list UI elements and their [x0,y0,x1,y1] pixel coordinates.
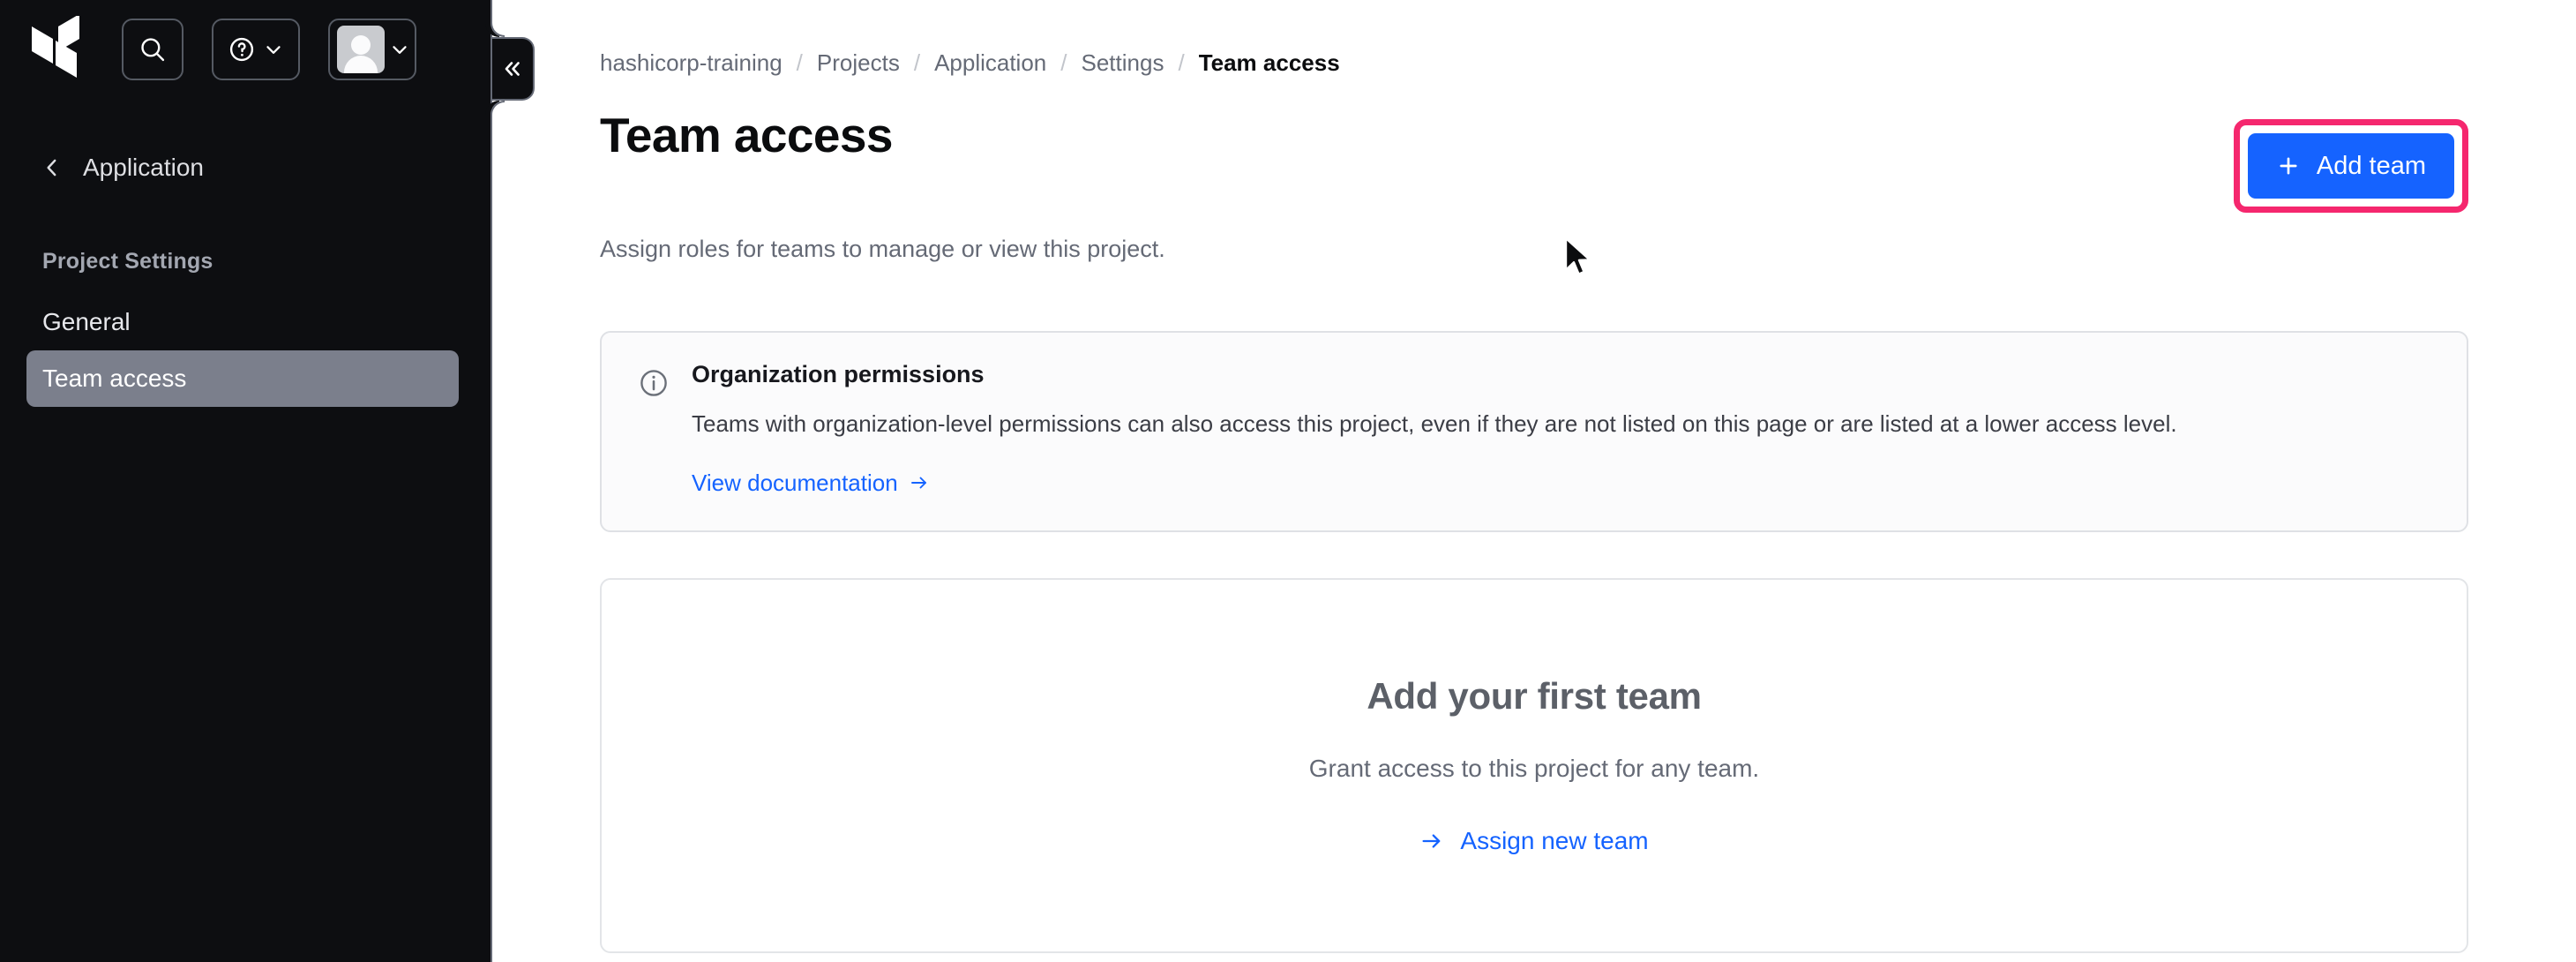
breadcrumb-item-settings[interactable]: Settings [1082,49,1164,77]
collapse-sidebar-button[interactable] [490,23,535,115]
plus-icon [2280,157,2297,175]
add-team-button[interactable]: Add team [2247,133,2454,199]
double-chevron-left-icon [505,62,520,76]
app-root: Application Project Settings General Tea… [0,0,2576,962]
sidebar-section-label: Project Settings [42,249,213,274]
breadcrumb-separator: / [913,49,921,76]
info-card-content: Organization permissions Teams with orga… [692,361,2177,497]
view-documentation-link[interactable]: View documentation [692,470,930,497]
arrow-right-icon [1422,834,1441,848]
sidebar-item-label: Team access [42,365,187,392]
breadcrumb-separator: / [796,49,803,76]
info-card-body: Teams with organization-level permission… [692,410,2177,437]
back-to-application-link[interactable]: Application [0,141,490,194]
page-title: Team access [600,108,893,162]
breadcrumb-item-org[interactable]: hashicorp-training [600,49,783,77]
search-button[interactable] [122,19,183,80]
breadcrumb-separator: / [1060,49,1067,76]
organization-permissions-card: Organization permissions Teams with orga… [600,331,2468,532]
main-content: hashicorp-training / Projects / Applicat… [492,0,2576,962]
empty-state-subtitle: Grant access to this project for any tea… [1308,755,1760,783]
view-documentation-label: View documentation [692,469,898,496]
sidebar-header [0,0,490,99]
empty-state-title: Add your first team [1367,675,1702,718]
breadcrumb-separator: / [1178,49,1185,76]
sidebar: Application Project Settings General Tea… [0,0,492,962]
info-circle-icon [640,370,667,396]
search-icon [141,38,165,62]
breadcrumb-item-team-access: Team access [1198,49,1340,76]
add-team-button-label: Add team [2316,151,2426,180]
chevron-down-icon [266,46,281,54]
help-menu-button[interactable] [212,19,300,80]
chevron-down-icon [393,46,407,54]
terraform-logo[interactable] [32,16,94,83]
breadcrumb-item-projects[interactable]: Projects [817,49,900,77]
sidebar-item-general[interactable]: General [26,294,459,350]
page-header: Team access Add team [492,77,2576,213]
avatar [337,26,385,73]
assign-new-team-link[interactable]: Assign new team [1419,827,1649,855]
sidebar-item-team-access[interactable]: Team access [26,350,459,407]
question-circle-icon [229,37,254,62]
add-team-highlight-box: Add team [2233,119,2468,213]
page-subtitle: Assign roles for teams to manage or view… [600,236,1165,262]
arrow-right-icon [910,477,926,489]
info-card-title: Organization permissions [692,361,985,387]
breadcrumb: hashicorp-training / Projects / Applicat… [492,0,2576,77]
back-link-label: Application [83,154,204,181]
chevron-left-icon [47,159,56,177]
user-menu-button[interactable] [328,19,416,80]
breadcrumb-item-application[interactable]: Application [934,49,1046,77]
mouse-cursor [1564,237,1591,275]
assign-new-team-label: Assign new team [1460,827,1649,855]
empty-state-card: Add your first team Grant access to this… [600,577,2468,953]
sidebar-item-label: General [42,308,131,335]
